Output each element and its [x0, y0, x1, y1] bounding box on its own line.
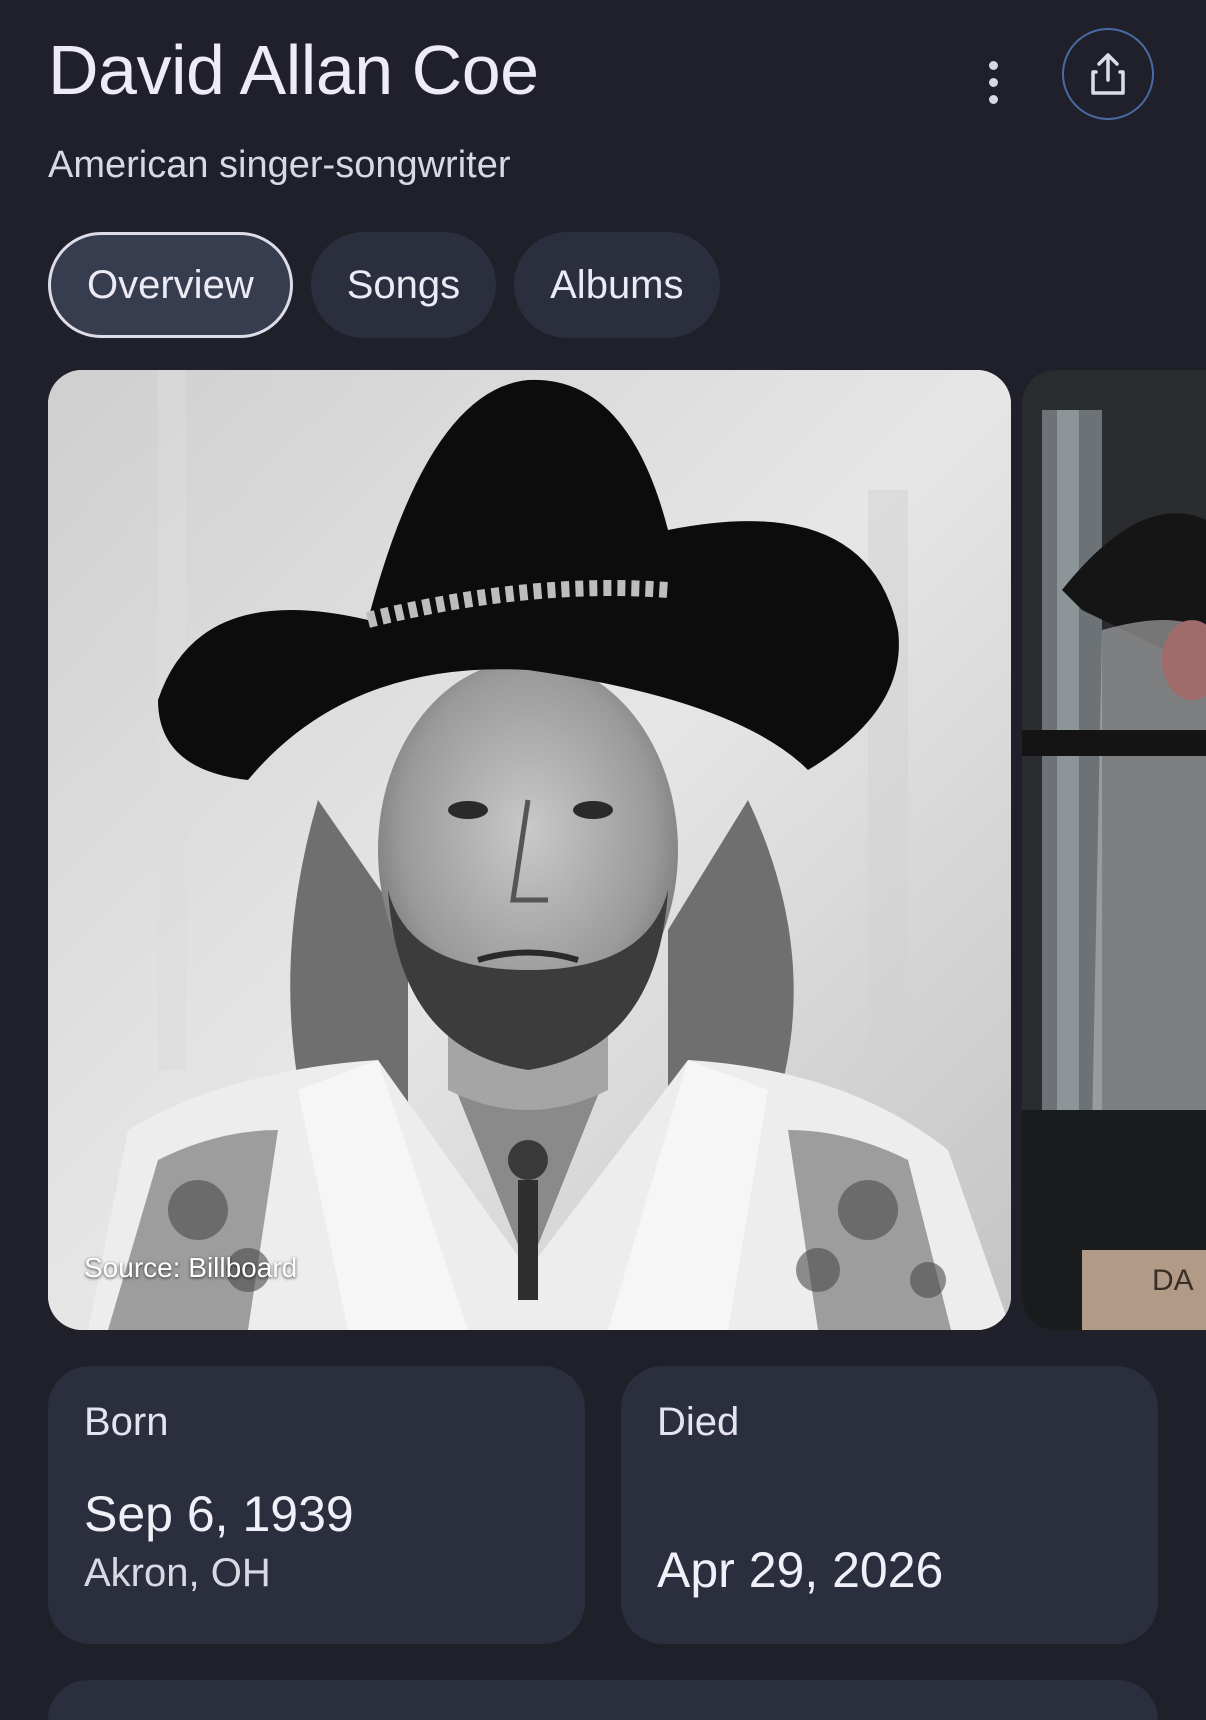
entity-tabs: Overview Songs Albums: [48, 232, 720, 338]
image-source-caption: Source: Billboard: [84, 1252, 298, 1283]
tab-albums[interactable]: Albums: [514, 232, 720, 338]
portrait-image: [48, 370, 1011, 1330]
more-options-button[interactable]: [968, 52, 1018, 112]
tab-songs[interactable]: Songs: [310, 232, 497, 338]
died-card[interactable]: Died Apr 29, 2026: [621, 1366, 1158, 1644]
died-label: Died: [657, 1400, 740, 1444]
more-vert-icon: [988, 60, 998, 70]
born-date: Sep 6, 1939: [84, 1486, 354, 1542]
main-photo[interactable]: Source: Billboard: [48, 370, 1011, 1330]
share-button[interactable]: [1062, 28, 1154, 120]
born-label: Born: [84, 1400, 169, 1444]
secondary-image: DA: [1022, 370, 1206, 1330]
died-date: Apr 29, 2026: [657, 1542, 944, 1598]
tab-overview[interactable]: Overview: [48, 232, 293, 338]
secondary-image-text: DA: [1152, 1264, 1194, 1297]
born-place: Akron, OH: [84, 1551, 271, 1595]
entity-description: American singer-songwriter: [48, 144, 511, 186]
share-icon: [1091, 53, 1125, 95]
next-card-peek: [48, 1680, 1158, 1720]
secondary-photo[interactable]: DA: [1022, 370, 1206, 1330]
entity-title: David Allan Coe: [48, 31, 539, 109]
born-card[interactable]: Born Sep 6, 1939 Akron, OH: [48, 1366, 585, 1644]
